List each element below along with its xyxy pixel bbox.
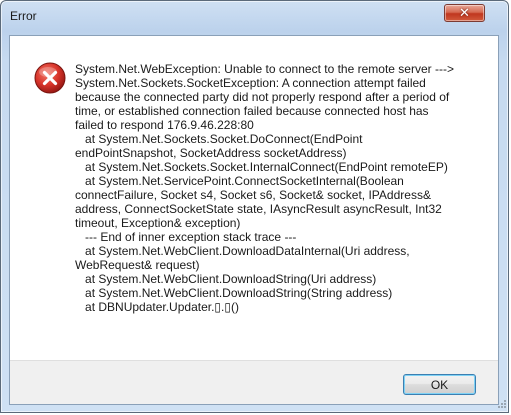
resize-grip-icon[interactable]	[495, 399, 507, 411]
error-dialog-window: Error ✕ System.Net.WebException: Unable …	[0, 0, 509, 413]
close-icon: ✕	[459, 5, 470, 20]
error-icon	[34, 62, 66, 94]
ok-button[interactable]: OK	[403, 374, 476, 395]
window-title: Error	[10, 9, 37, 23]
dialog-content: System.Net.WebException: Unable to conne…	[9, 35, 499, 405]
title-bar[interactable]: Error ✕	[1, 1, 508, 35]
error-message: System.Net.WebException: Unable to conne…	[75, 62, 454, 314]
close-button[interactable]: ✕	[444, 4, 485, 22]
message-area: System.Net.WebException: Unable to conne…	[10, 36, 498, 360]
button-bar: OK	[10, 360, 498, 404]
